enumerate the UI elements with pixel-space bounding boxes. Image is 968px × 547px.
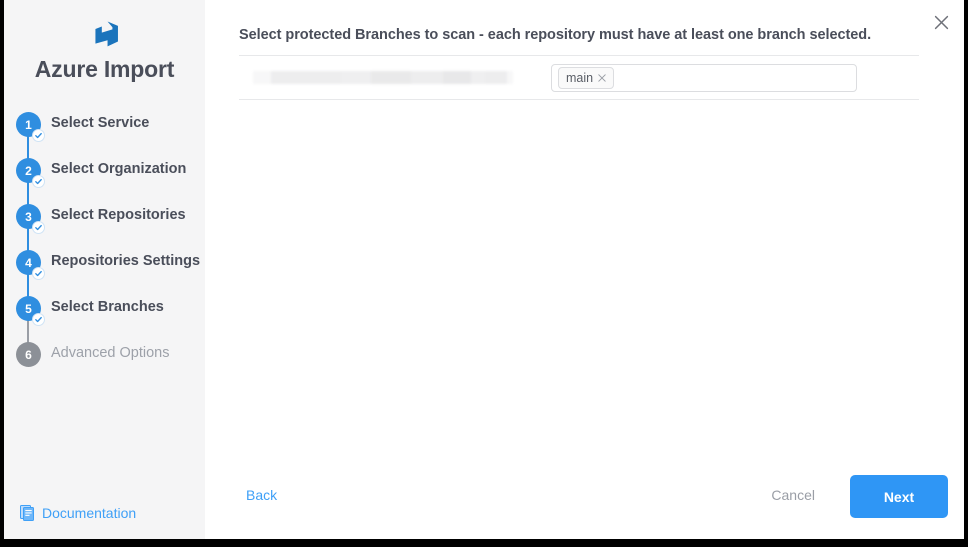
documentation-label: Documentation <box>42 505 137 521</box>
branch-chip[interactable]: main <box>558 66 615 89</box>
sidebar-item-label: Select Repositories <box>51 207 186 223</box>
sidebar-item-label: Select Organization <box>51 161 187 177</box>
check-icon <box>32 267 45 280</box>
divider <box>239 99 919 100</box>
documentation-link[interactable]: Documentation <box>20 505 136 521</box>
cancel-button[interactable]: Cancel <box>771 487 815 503</box>
step-marker: 6 <box>16 342 41 367</box>
document-icon <box>20 505 35 521</box>
check-icon <box>32 221 45 234</box>
sidebar-item-label: Select Branches <box>51 299 164 315</box>
main-content: Select protected Branches to scan - each… <box>205 0 964 539</box>
check-icon <box>32 175 45 188</box>
page-title: Azure Import <box>34 56 175 82</box>
window-frame: Azure Import 1 Select Service 2 Select O… <box>0 0 968 547</box>
sidebar-item-select-repositories[interactable]: 3 Select Repositories <box>16 204 205 272</box>
table-row: main <box>239 56 919 99</box>
repository-name-redacted <box>253 71 513 84</box>
sidebar-item-label: Advanced Options <box>51 345 170 361</box>
check-icon <box>32 129 45 142</box>
check-icon <box>32 313 45 326</box>
sidebar-item-advanced-options[interactable]: 6 Advanced Options <box>16 342 205 388</box>
branch-select-input[interactable]: main <box>551 63 857 92</box>
panel-title: Select protected Branches to scan - each… <box>239 27 872 43</box>
sidebar-item-label: Select Service <box>51 115 150 131</box>
step-marker: 5 <box>16 296 45 326</box>
sidebar: Azure Import 1 Select Service 2 Select O… <box>4 0 205 539</box>
azure-import-dialog: Azure Import 1 Select Service 2 Select O… <box>4 0 964 539</box>
dialog-footer: Back Cancel Next <box>205 465 964 539</box>
sidebar-item-label: Repositories Settings <box>51 253 201 269</box>
brand-header: Azure Import <box>4 0 205 83</box>
azure-devops-logo-icon <box>4 14 205 54</box>
step-marker: 3 <box>16 204 45 234</box>
sidebar-item-select-service[interactable]: 1 Select Service <box>16 112 205 180</box>
branch-chip-label: main <box>566 70 594 85</box>
sidebar-item-select-branches[interactable]: 5 Select Branches <box>16 296 205 364</box>
next-button[interactable]: Next <box>850 475 948 518</box>
remove-branch-icon[interactable] <box>598 72 606 84</box>
step-marker: 2 <box>16 158 45 188</box>
back-button[interactable]: Back <box>246 487 277 503</box>
step-number: 6 <box>16 342 41 367</box>
sidebar-item-select-organization[interactable]: 2 Select Organization <box>16 158 205 226</box>
close-icon[interactable] <box>928 9 954 35</box>
repository-branch-list: main <box>239 55 919 100</box>
wizard-stepper: 1 Select Service 2 Select Organization 3… <box>16 112 205 388</box>
step-marker: 4 <box>16 250 45 280</box>
step-marker: 1 <box>16 112 45 142</box>
sidebar-item-repositories-settings[interactable]: 4 Repositories Settings <box>16 250 205 318</box>
